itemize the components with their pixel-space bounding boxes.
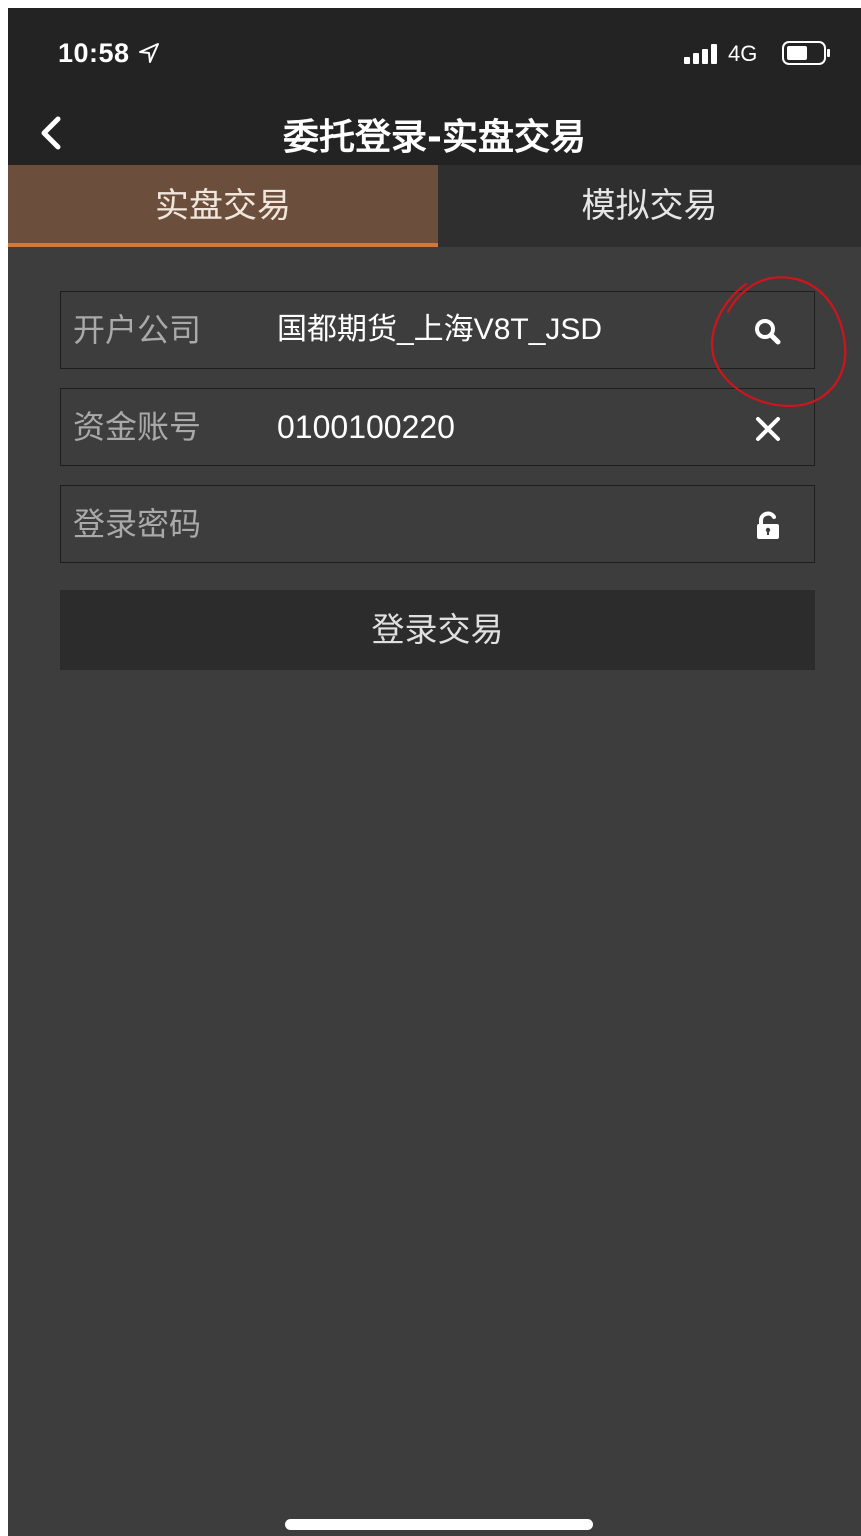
company-field[interactable]: 开户公司 国都期货_上海V8T_JSD — [60, 291, 815, 369]
company-label: 开户公司 — [73, 311, 202, 349]
unlock-icon[interactable] — [752, 510, 784, 542]
tab-real-trading[interactable]: 实盘交易 — [8, 165, 438, 247]
password-field[interactable]: 登录密码 — [60, 485, 815, 563]
account-label: 资金账号 — [73, 408, 202, 446]
location-arrow-icon — [139, 43, 159, 63]
network-type: 4G — [728, 41, 758, 66]
home-indicator — [285, 1519, 593, 1530]
status-time: 10:58 — [58, 38, 130, 68]
top-bar: 10:58 4G 委托登录-实盘交易 — [8, 8, 861, 165]
clear-icon[interactable] — [752, 413, 784, 445]
company-value[interactable]: 国都期货_上海V8T_JSD — [277, 292, 602, 370]
trade-mode-tabs: 实盘交易 模拟交易 — [8, 165, 861, 247]
account-field[interactable]: 资金账号 0100100220 — [60, 388, 815, 466]
page-title: 委托登录-实盘交易 — [283, 117, 586, 158]
signal-icon — [684, 44, 717, 64]
app-screen: 10:58 4G 委托登录-实盘交易 实盘交易 模拟交易 开户公司 国都期货_上… — [8, 8, 861, 1536]
account-value[interactable]: 0100100220 — [277, 389, 455, 467]
login-trade-button[interactable]: 登录交易 — [60, 590, 815, 670]
search-icon[interactable] — [752, 316, 784, 348]
battery-icon — [782, 41, 830, 65]
password-placeholder: 登录密码 — [73, 505, 202, 543]
tab-simulated-trading[interactable]: 模拟交易 — [438, 165, 861, 247]
